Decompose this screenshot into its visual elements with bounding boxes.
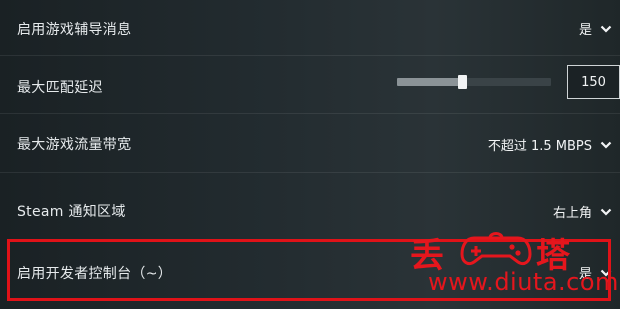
setting-label: Steam 通知区域 <box>17 204 126 220</box>
coaching-messages-select[interactable]: 是 <box>579 19 612 38</box>
watermark-url: www.diuta.com <box>428 268 619 296</box>
max-ping-slider-fill <box>397 78 462 86</box>
setting-label: 启用游戏辅导消息 <box>17 22 132 38</box>
max-ping-input[interactable]: 150 <box>567 65 620 99</box>
max-ping-slider-track[interactable] <box>397 78 551 86</box>
chevron-down-icon <box>600 25 612 33</box>
chevron-down-icon <box>600 208 612 216</box>
setting-row-steam-notification: Steam 通知区域 右上角 <box>0 173 620 231</box>
setting-row-max-bandwidth: 最大游戏流量带宽 不超过 1.5 MBPS <box>0 114 620 172</box>
select-value: 右上角 <box>552 206 592 221</box>
gamepad-icon <box>460 232 532 266</box>
select-value: 是 <box>578 23 592 38</box>
setting-label: 最大匹配延迟 <box>17 80 103 96</box>
notification-position-select[interactable]: 右上角 <box>553 202 612 221</box>
select-value: 不超过 1.5 MBPS <box>487 139 592 154</box>
setting-row-coaching-messages: 启用游戏辅导消息 是 <box>0 0 620 58</box>
watermark: 丢 塔 www.diuta.com <box>410 228 618 300</box>
setting-label: 最大游戏流量带宽 <box>17 137 132 153</box>
chevron-down-icon <box>600 141 612 149</box>
bandwidth-select[interactable]: 不超过 1.5 MBPS <box>488 135 612 154</box>
max-ping-slider-handle[interactable] <box>457 75 467 89</box>
